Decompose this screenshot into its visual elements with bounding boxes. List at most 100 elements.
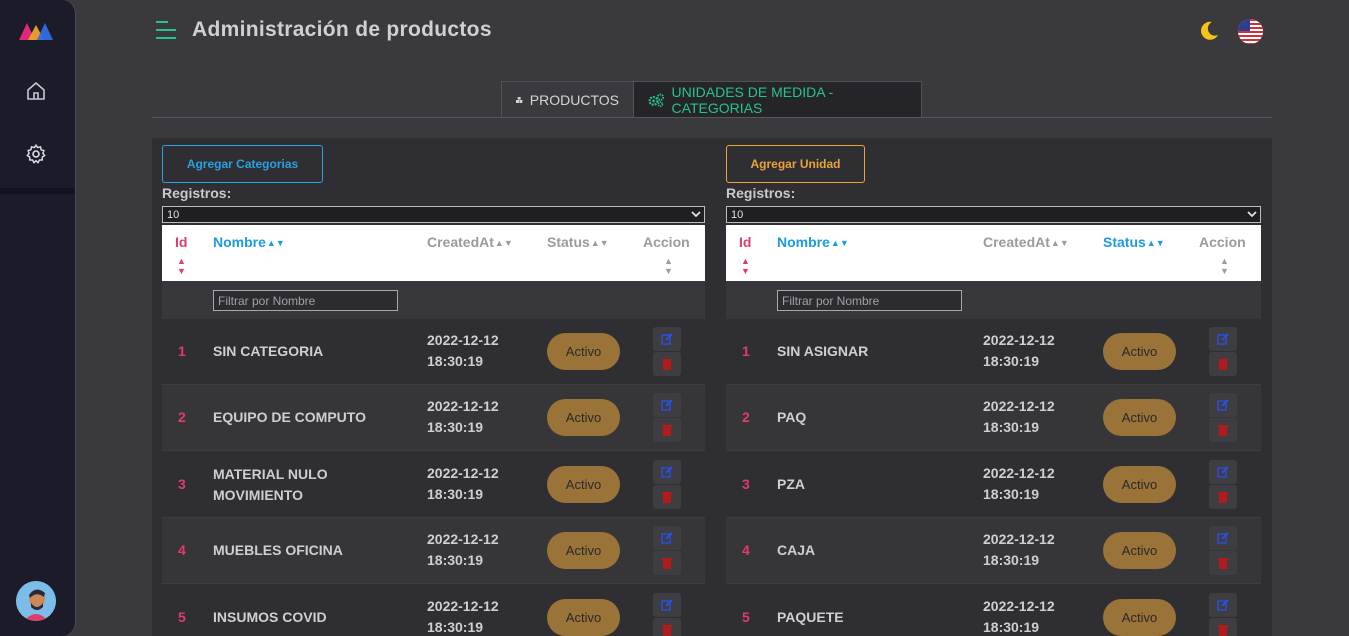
trash-icon: [1218, 558, 1228, 569]
edit-icon: [661, 466, 673, 478]
delete-button[interactable]: [1209, 618, 1237, 636]
edit-button[interactable]: [1209, 327, 1237, 351]
table-row: 4 CAJA 2022-12-12 18:30:19 Activo: [726, 518, 1261, 584]
edit-button[interactable]: [1209, 460, 1237, 484]
delete-button[interactable]: [1209, 352, 1237, 376]
page-size-value: 10: [167, 208, 180, 221]
units-table-header: Id ▲ ▼ Nombre▲▼ CreatedAt▲▼ Status▲▼ Acci…: [726, 225, 1261, 281]
edit-button[interactable]: [653, 460, 681, 484]
sort-icon[interactable]: ▲ ▼: [177, 256, 186, 276]
row-name: SIN CATEGORIA: [213, 343, 324, 359]
delete-button[interactable]: [653, 418, 681, 442]
table-row: 1 SIN CATEGORIA 2022-12-12 18:30:19 Activo: [162, 319, 705, 385]
row-name: INSUMOS COVID: [213, 609, 327, 625]
table-row: 3 MATERIAL NULO MOVIMIENTO 2022-12-12 18:30…: [162, 452, 705, 518]
units-filter-input[interactable]: Filtrar por Nombre: [777, 290, 962, 311]
tabs-divider: [152, 117, 1272, 118]
user-avatar[interactable]: [16, 581, 56, 621]
row-created-date: 2022-12-12: [427, 465, 499, 481]
row-created-time: 18:30:19: [983, 619, 1040, 635]
table-row: 3 PZA 2022-12-12 18:30:19 Activo: [726, 452, 1261, 518]
delete-button[interactable]: [653, 352, 681, 376]
edit-icon: [1217, 399, 1229, 411]
status-badge[interactable]: Activo: [1103, 532, 1176, 569]
status-badge[interactable]: Activo: [547, 532, 620, 569]
trash-icon: [1218, 492, 1228, 503]
edit-icon: [1217, 466, 1229, 478]
menu-toggle-icon[interactable]: [156, 20, 178, 40]
categories-table-header: Id ▲ ▼ Nombre▲▼ CreatedAt▲▼ Status▲▼ Acci…: [162, 225, 705, 281]
app-logo-icon[interactable]: [18, 20, 54, 42]
sort-icon: ▲▼: [494, 238, 513, 248]
home-icon[interactable]: [25, 80, 47, 102]
sort-icon[interactable]: ▲ ▼: [664, 256, 673, 276]
edit-button[interactable]: [1209, 526, 1237, 550]
edit-icon: [661, 333, 673, 345]
sort-icon[interactable]: ▲ ▼: [741, 256, 750, 276]
status-badge[interactable]: Activo: [1103, 599, 1176, 636]
row-name: MUEBLES OFICINA: [213, 542, 343, 558]
row-id: 4: [742, 542, 750, 558]
column-header-nombre[interactable]: Nombre▲▼: [213, 234, 285, 250]
edit-icon: [1217, 599, 1229, 611]
column-header-createdat[interactable]: CreatedAt▲▼: [427, 234, 513, 250]
status-badge[interactable]: Activo: [547, 399, 620, 436]
column-header-accion[interactable]: Accion: [1199, 234, 1246, 250]
status-badge[interactable]: Activo: [547, 599, 620, 636]
tab-unidades-categorias[interactable]: UNIDADES DE MEDIDA - CATEGORIAS: [633, 81, 922, 118]
column-header-createdat[interactable]: CreatedAt▲▼: [983, 234, 1069, 250]
edit-icon: [1217, 532, 1229, 544]
status-badge[interactable]: Activo: [1103, 333, 1176, 370]
status-badge[interactable]: Activo: [547, 466, 620, 503]
column-header-status[interactable]: Status▲▼: [547, 234, 609, 250]
row-created-date: 2022-12-12: [427, 398, 499, 414]
add-category-button[interactable]: Agregar Categorias: [162, 145, 323, 183]
table-row: 1 SIN ASIGNAR 2022-12-12 18:30:19 Activo: [726, 319, 1261, 385]
status-badge[interactable]: Activo: [1103, 399, 1176, 436]
column-header-nombre[interactable]: Nombre▲▼: [777, 234, 849, 250]
categories-filter-input[interactable]: Filtrar por Nombre: [213, 290, 398, 311]
sort-icon: ▲▼: [1146, 238, 1165, 248]
column-header-status[interactable]: Status▲▼: [1103, 234, 1165, 250]
row-created-time: 18:30:19: [427, 619, 484, 635]
row-created-date: 2022-12-12: [983, 465, 1055, 481]
edit-button[interactable]: [1209, 593, 1237, 617]
gear-icon[interactable]: [25, 143, 47, 165]
row-id: 5: [178, 609, 186, 625]
edit-icon: [661, 532, 673, 544]
row-name: EQUIPO DE COMPUTO: [213, 409, 366, 425]
row-created-time: 18:30:19: [427, 353, 484, 369]
column-header-id[interactable]: Id: [739, 234, 751, 250]
edit-button[interactable]: [1209, 393, 1237, 417]
delete-button[interactable]: [1209, 485, 1237, 509]
row-created-time: 18:30:19: [427, 552, 484, 568]
dark-mode-moon-icon[interactable]: [1198, 20, 1220, 42]
edit-button[interactable]: [653, 393, 681, 417]
sort-icon: ▲▼: [1050, 238, 1069, 248]
row-created-date: 2022-12-12: [983, 598, 1055, 614]
delete-button[interactable]: [653, 551, 681, 575]
status-badge[interactable]: Activo: [1103, 466, 1176, 503]
status-badge[interactable]: Activo: [547, 333, 620, 370]
delete-button[interactable]: [653, 485, 681, 509]
tab-productos[interactable]: PRODUCTOS: [501, 81, 634, 118]
add-unit-button[interactable]: Agregar Unidad: [726, 145, 865, 183]
categories-page-size-select[interactable]: 10: [162, 206, 705, 223]
edit-button[interactable]: [653, 526, 681, 550]
delete-button[interactable]: [1209, 418, 1237, 442]
column-header-id[interactable]: Id: [175, 234, 187, 250]
delete-button[interactable]: [1209, 551, 1237, 575]
row-created-time: 18:30:19: [983, 552, 1040, 568]
sort-icon[interactable]: ▲ ▼: [1220, 256, 1229, 276]
units-page-size-select[interactable]: 10: [726, 206, 1261, 223]
delete-button[interactable]: [653, 618, 681, 636]
categories-filter-row: Filtrar por Nombre: [162, 281, 705, 319]
edit-button[interactable]: [653, 327, 681, 351]
column-header-accion[interactable]: Accion: [643, 234, 690, 250]
edit-icon: [1217, 333, 1229, 345]
edit-button[interactable]: [653, 593, 681, 617]
table-row: 4 MUEBLES OFICINA 2022-12-12 18:30:19 Activo: [162, 518, 705, 584]
language-flag-us-icon[interactable]: [1238, 19, 1263, 44]
row-name: PAQUETE: [777, 609, 844, 625]
tab-productos-label: PRODUCTOS: [529, 92, 619, 108]
